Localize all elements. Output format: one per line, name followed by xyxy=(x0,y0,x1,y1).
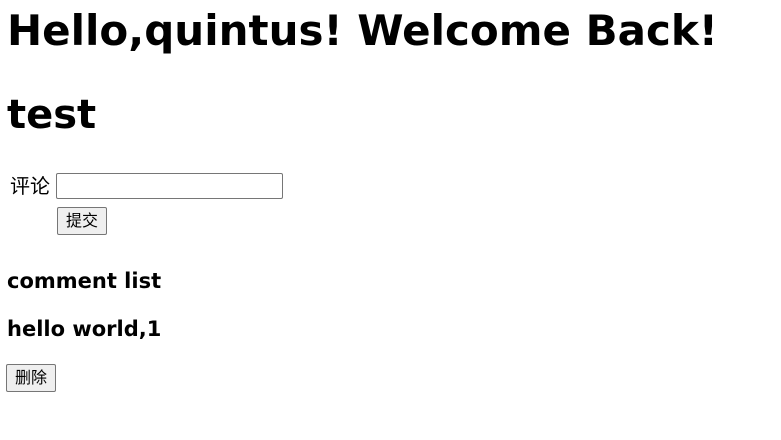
greeting-heading: Hello,quintus! Welcome Back! xyxy=(7,6,718,55)
comment-item-text: hello world,1 xyxy=(7,317,162,341)
delete-button[interactable]: 删除 xyxy=(6,364,57,392)
comment-input[interactable] xyxy=(56,173,283,199)
page: Hello,quintus! Welcome Back! test 评论 提交 … xyxy=(0,0,781,440)
comment-list-title: comment list xyxy=(7,269,162,293)
page-title: test xyxy=(7,92,97,138)
comment-label: 评论 xyxy=(10,174,50,198)
submit-button[interactable]: 提交 xyxy=(57,207,108,235)
comment-form: 评论 xyxy=(10,172,283,200)
